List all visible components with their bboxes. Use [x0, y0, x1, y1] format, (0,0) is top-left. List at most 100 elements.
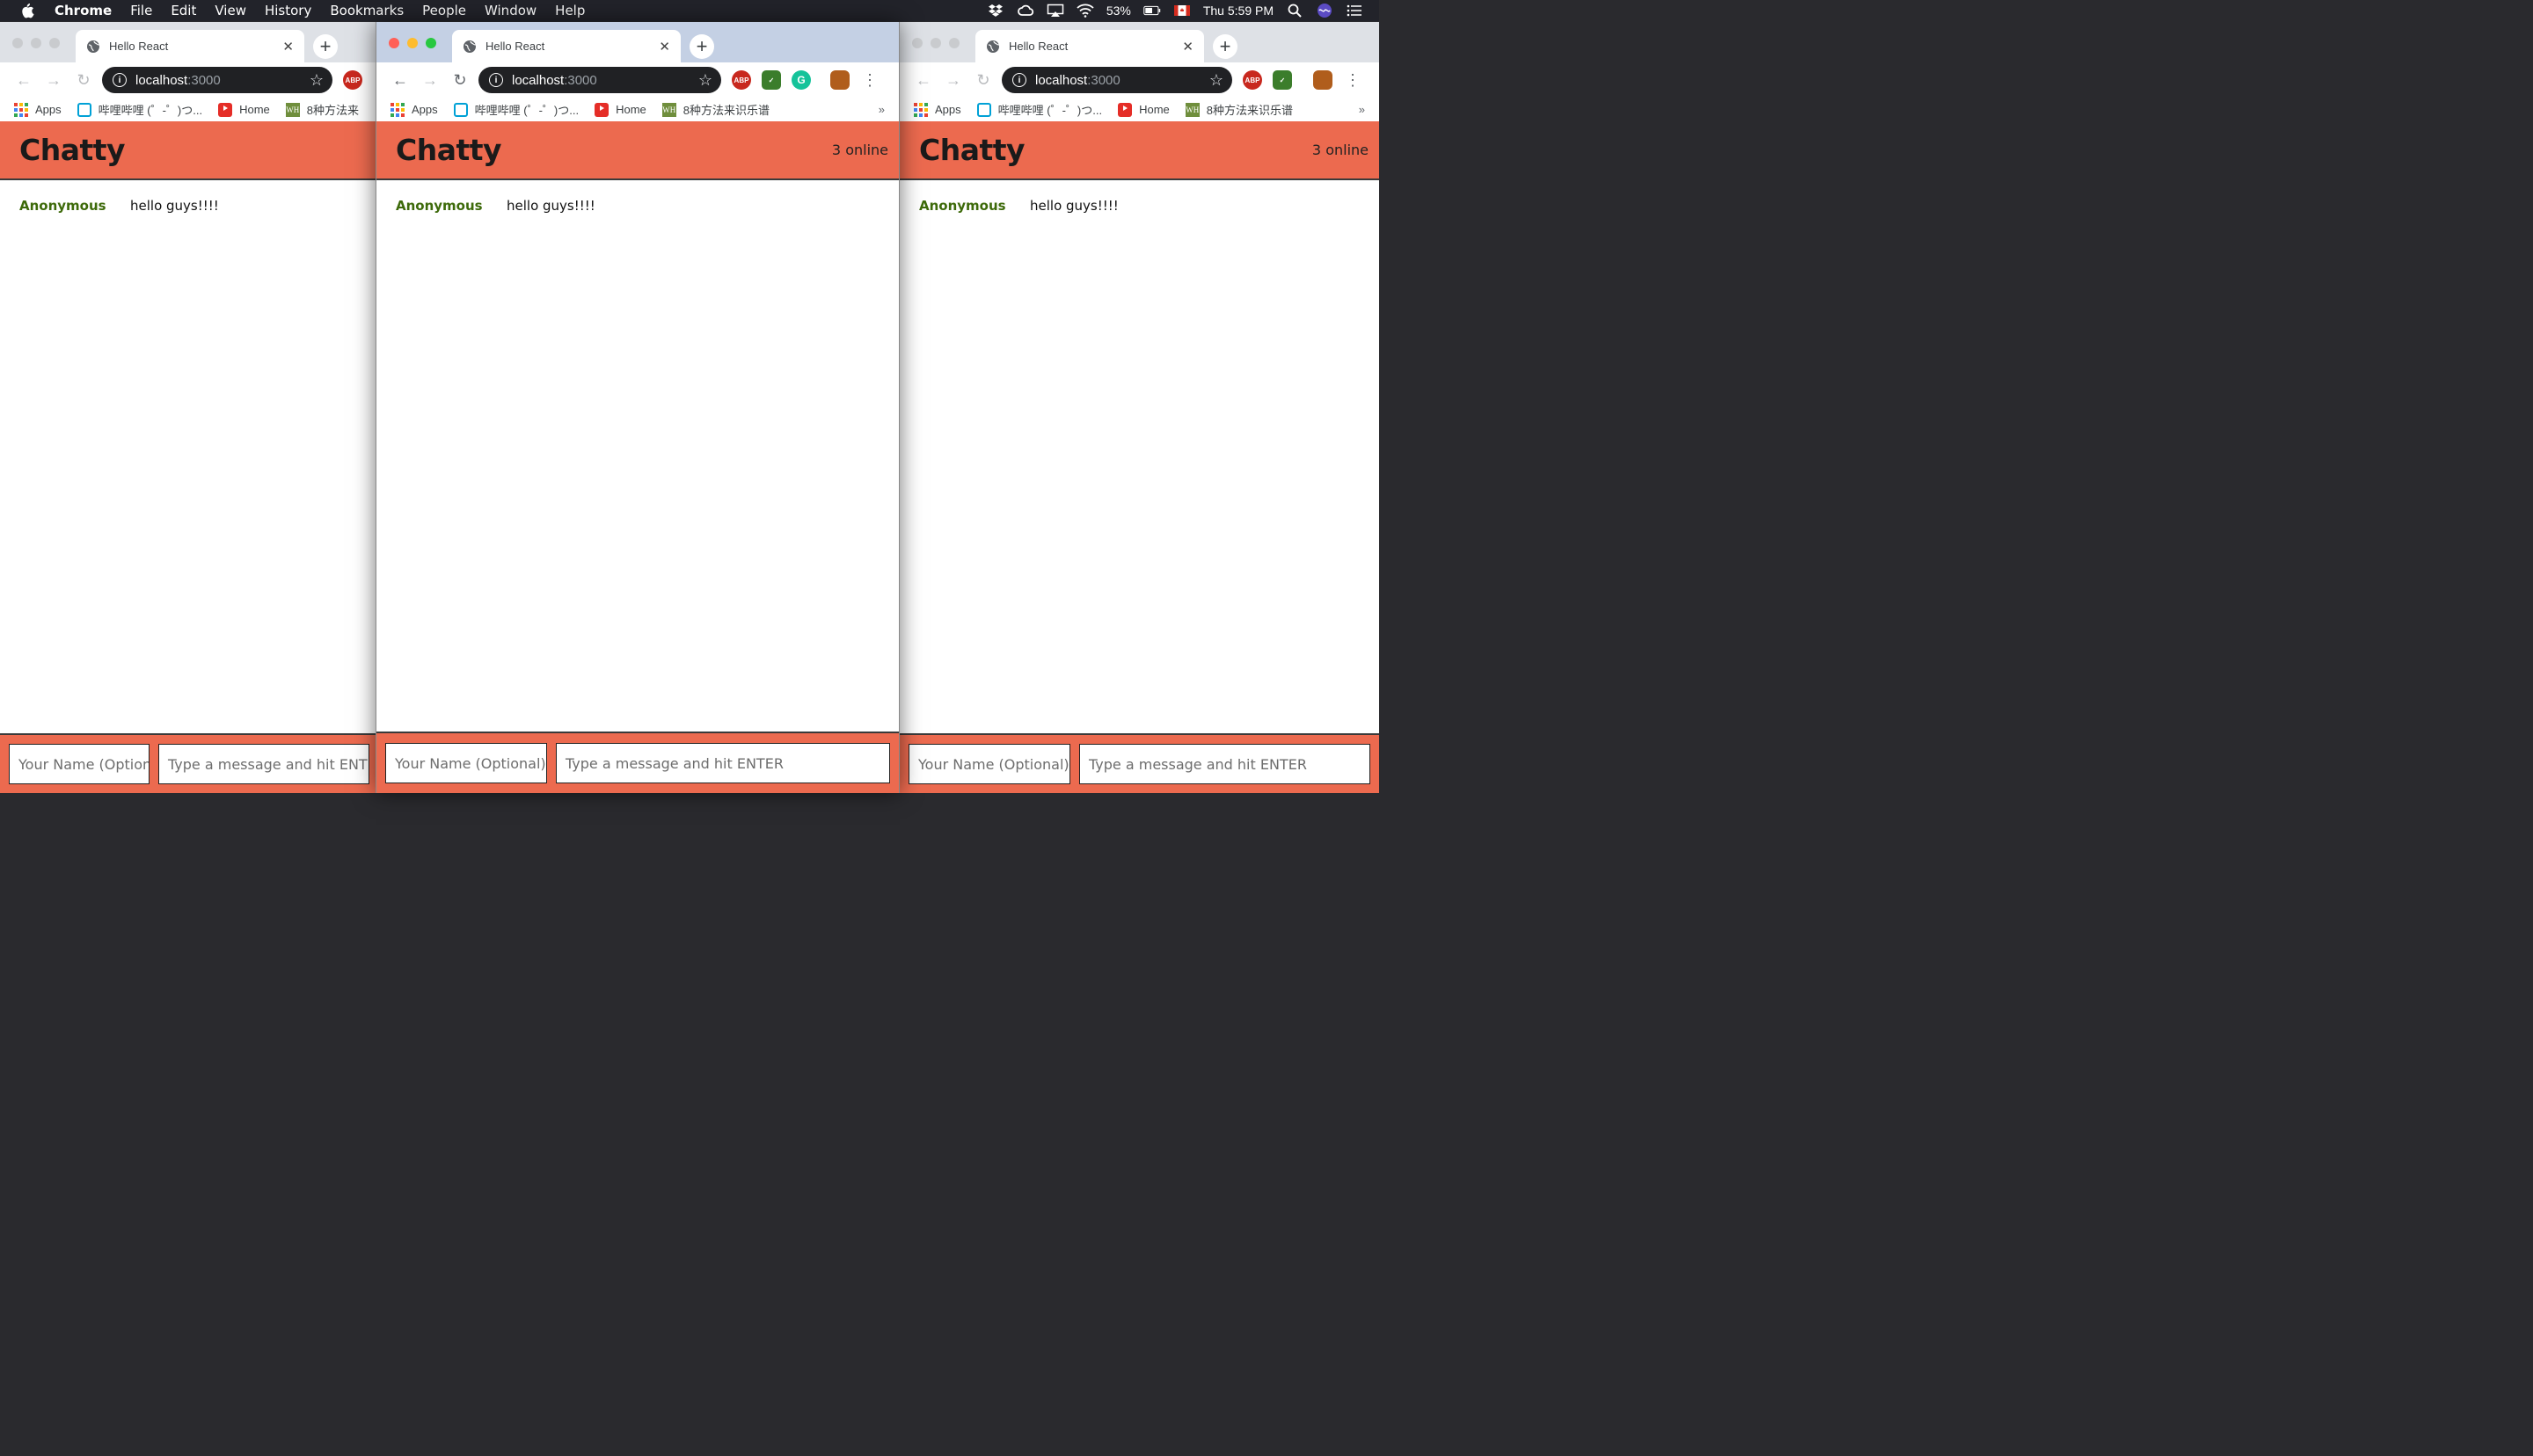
adblock-plus-icon[interactable]: ABP	[732, 70, 751, 90]
traffic-lights	[12, 38, 60, 48]
tab-strip: Hello React ✕ +	[900, 22, 1379, 62]
bilibili-icon	[976, 102, 991, 117]
siri-icon[interactable]	[1316, 4, 1333, 18]
close-window-button[interactable]	[12, 38, 23, 48]
message-content: hello guys!!!!	[1030, 198, 1119, 214]
bookmark-bilibili[interactable]: 哔哩哔哩 (゜-゜)つ...	[453, 101, 579, 118]
bookmark-wikihow[interactable]: WH 8种方法来	[285, 101, 359, 118]
message-input[interactable]: Type a message and hit ENTER	[158, 744, 369, 784]
message-input[interactable]: Type a message and hit ENTER	[1079, 744, 1370, 784]
username-input[interactable]: Your Name (Optional)	[9, 744, 150, 784]
menu-edit[interactable]: Edit	[171, 3, 196, 18]
message: Anonymous hello guys!!!!	[919, 198, 1360, 214]
minimize-window-button[interactable]	[407, 38, 418, 48]
bookmark-youtube-home[interactable]: Home	[595, 102, 646, 117]
new-tab-button[interactable]: +	[690, 34, 714, 59]
menu-window[interactable]: Window	[485, 3, 537, 18]
menu-history[interactable]: History	[265, 3, 311, 18]
checker-extension-icon[interactable]: ✓	[762, 70, 781, 90]
more-bookmarks-chevron-icon[interactable]: »	[879, 103, 885, 116]
forward-icon[interactable]: →	[938, 67, 968, 93]
address-bar[interactable]: i localhost:3000 ☆	[1002, 67, 1232, 93]
back-icon[interactable]: ←	[909, 67, 938, 93]
tab-hello-react[interactable]: Hello React ✕	[975, 30, 1204, 62]
chrome-menu-icon[interactable]: ⋮	[862, 71, 878, 90]
youtube-icon	[1118, 102, 1133, 117]
address-bar[interactable]: i localhost:3000 ☆	[478, 67, 721, 93]
username-input[interactable]: Your Name (Optional)	[909, 744, 1070, 784]
battery-icon[interactable]	[1143, 4, 1161, 18]
chrome-menu-icon[interactable]: ⋮	[1345, 71, 1361, 90]
clock[interactable]: Thu 5:59 PM	[1203, 4, 1274, 18]
spotlight-search-icon[interactable]	[1286, 4, 1303, 18]
wifi-icon[interactable]	[1077, 4, 1094, 18]
bookmark-wikihow[interactable]: WH 8种方法来识乐谱	[661, 101, 770, 118]
close-window-button[interactable]	[389, 38, 399, 48]
back-icon[interactable]: ←	[9, 67, 39, 93]
tab-hello-react[interactable]: Hello React ✕	[76, 30, 304, 62]
menu-file[interactable]: File	[130, 3, 152, 18]
traffic-lights	[912, 38, 960, 48]
site-info-icon[interactable]: i	[489, 73, 503, 87]
more-bookmarks-chevron-icon[interactable]: »	[1359, 103, 1365, 116]
menu-help[interactable]: Help	[555, 3, 585, 18]
grammarly-icon[interactable]: G	[792, 70, 811, 90]
squirrel-extension-icon[interactable]	[1313, 70, 1332, 90]
site-info-icon[interactable]: i	[1012, 73, 1026, 87]
app-title: Chatty	[919, 133, 1026, 167]
menu-app-chrome[interactable]: Chrome	[55, 3, 112, 18]
app-header: Chatty 3 online	[376, 121, 899, 180]
bookmark-star-icon[interactable]: ☆	[698, 71, 712, 90]
bookmark-apps[interactable]: Apps	[914, 102, 961, 117]
reload-icon[interactable]: ↻	[968, 67, 998, 93]
traffic-lights	[389, 38, 436, 48]
dropbox-icon[interactable]	[987, 4, 1004, 18]
checker-extension-icon[interactable]: ✓	[1273, 70, 1292, 90]
zoom-window-button[interactable]	[426, 38, 436, 48]
close-tab-icon[interactable]: ✕	[282, 39, 294, 55]
close-tab-icon[interactable]: ✕	[659, 39, 670, 55]
creative-cloud-icon[interactable]	[1017, 4, 1034, 18]
adblock-plus-icon[interactable]: ABP	[343, 70, 362, 90]
username-input[interactable]: Your Name (Optional)	[385, 743, 547, 783]
back-icon[interactable]: ←	[385, 67, 415, 93]
squirrel-extension-icon[interactable]	[830, 70, 850, 90]
forward-icon[interactable]: →	[39, 67, 69, 93]
new-tab-button[interactable]: +	[313, 34, 338, 59]
close-window-button[interactable]	[912, 38, 923, 48]
site-info-icon[interactable]: i	[113, 73, 127, 87]
airplay-icon[interactable]	[1047, 4, 1064, 18]
menu-bookmarks[interactable]: Bookmarks	[330, 3, 404, 18]
zoom-window-button[interactable]	[949, 38, 960, 48]
bookmark-bilibili[interactable]: 哔哩哔哩 (゜-゜)つ...	[976, 101, 1102, 118]
menu-people[interactable]: People	[422, 3, 466, 18]
forward-icon[interactable]: →	[415, 67, 445, 93]
bookmark-bilibili[interactable]: 哔哩哔哩 (゜-゜)つ...	[77, 101, 202, 118]
minimize-window-button[interactable]	[931, 38, 941, 48]
new-tab-button[interactable]: +	[1213, 34, 1237, 59]
adblock-plus-icon[interactable]: ABP	[1243, 70, 1262, 90]
address-bar[interactable]: i localhost:3000 ☆	[102, 67, 332, 93]
bookmark-star-icon[interactable]: ☆	[1209, 71, 1223, 90]
tab-hello-react[interactable]: Hello React ✕	[452, 30, 681, 62]
menu-view[interactable]: View	[215, 3, 246, 18]
bookmark-wikihow[interactable]: WH 8种方法来识乐谱	[1185, 101, 1293, 118]
apple-icon[interactable]	[19, 3, 35, 18]
bookmark-label: Apps	[35, 103, 62, 116]
bookmark-apps[interactable]: Apps	[391, 102, 438, 117]
reload-icon[interactable]: ↻	[69, 67, 99, 93]
notification-center-icon[interactable]	[1346, 4, 1363, 18]
bilibili-icon	[77, 102, 91, 117]
reload-icon[interactable]: ↻	[445, 67, 475, 93]
zoom-window-button[interactable]	[49, 38, 60, 48]
bookmark-youtube-home[interactable]: Home	[1118, 102, 1170, 117]
app-title: Chatty	[19, 133, 126, 167]
macos-menubar: Chrome File Edit View History Bookmarks …	[0, 0, 1379, 21]
minimize-window-button[interactable]	[31, 38, 41, 48]
close-tab-icon[interactable]: ✕	[1182, 39, 1194, 55]
bookmark-star-icon[interactable]: ☆	[310, 71, 324, 90]
message-input[interactable]: Type a message and hit ENTER	[556, 743, 890, 783]
canada-flag-icon[interactable]	[1173, 4, 1191, 18]
bookmark-apps[interactable]: Apps	[14, 102, 62, 117]
bookmark-youtube-home[interactable]: Home	[218, 102, 270, 117]
